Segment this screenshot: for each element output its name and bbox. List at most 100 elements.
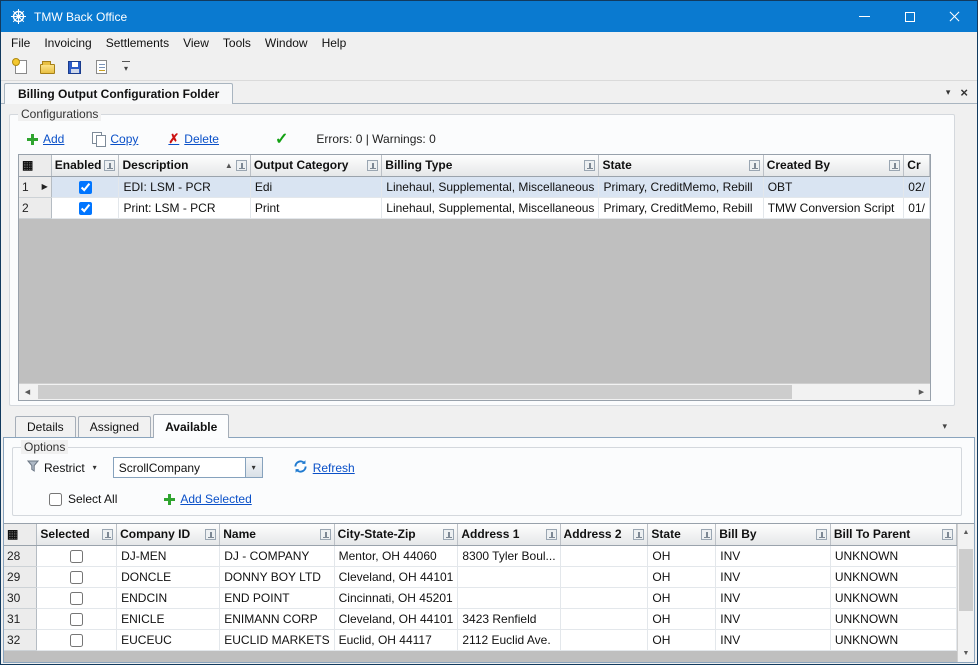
cell-city-state-zip[interactable]: Euclid, OH 44117 <box>334 629 458 650</box>
cell-company-id[interactable]: EUCEUC <box>117 629 220 650</box>
new-button[interactable] <box>9 56 32 78</box>
cell-company-id[interactable]: ENDCIN <box>117 587 220 608</box>
pin-icon[interactable] <box>104 160 115 171</box>
selected-checkbox[interactable] <box>70 634 83 647</box>
table-row[interactable]: 31 ENICLE ENIMANN CORP Cleveland, OH 441… <box>4 608 957 629</box>
cell-bill-by[interactable]: INV <box>716 608 831 629</box>
pin-icon[interactable] <box>816 529 827 540</box>
scrollbar-track[interactable] <box>36 384 913 400</box>
pin-icon[interactable] <box>889 160 900 171</box>
cell-address1[interactable]: 2112 Euclid Ave. <box>458 629 560 650</box>
pin-icon[interactable] <box>546 529 557 540</box>
scrollbar-track[interactable] <box>958 541 974 645</box>
close-button[interactable] <box>932 1 977 32</box>
cell-bill-to-parent[interactable]: UNKNOWN <box>830 629 956 650</box>
pin-icon[interactable] <box>320 529 331 540</box>
cell-address1[interactable]: 8300 Tyler Boul... <box>458 545 560 566</box>
maximize-button[interactable] <box>887 1 932 32</box>
close-tab-icon[interactable]: × <box>960 86 968 99</box>
cell-state[interactable]: Primary, CreditMemo, Rebill <box>599 197 763 218</box>
column-header-billing-type[interactable]: Billing Type <box>382 155 599 176</box>
combobox-dropdown-button[interactable]: ▾ <box>245 458 262 477</box>
table-row[interactable]: 1▶ EDI: LSM - PCR Edi Linehaul, Suppleme… <box>19 176 930 197</box>
cell-bill-to-parent[interactable]: UNKNOWN <box>830 608 956 629</box>
enabled-checkbox[interactable] <box>79 202 92 215</box>
pin-icon[interactable] <box>205 529 216 540</box>
cell-created-by[interactable]: TMW Conversion Script <box>763 197 904 218</box>
cell-output-category[interactable]: Print <box>250 197 381 218</box>
cell-bill-by[interactable]: INV <box>716 545 831 566</box>
cell-company-id[interactable]: DJ-MEN <box>117 545 220 566</box>
pin-icon[interactable] <box>749 160 760 171</box>
table-row[interactable]: 30 ENDCIN END POINT Cincinnati, OH 45201… <box>4 587 957 608</box>
column-header-description[interactable]: Description▲ <box>119 155 250 176</box>
cell-address2[interactable] <box>560 608 648 629</box>
row-selector-header[interactable]: ▦ <box>4 524 37 545</box>
row-number-cell[interactable]: 30 <box>4 587 37 608</box>
selected-checkbox[interactable] <box>70 550 83 563</box>
cell-bill-to-parent[interactable]: UNKNOWN <box>830 545 956 566</box>
cell-name[interactable]: EUCLID MARKETS <box>220 629 334 650</box>
cell-bill-to-parent[interactable]: UNKNOWN <box>830 566 956 587</box>
table-row[interactable]: 29 DONCLE DONNY BOY LTD Cleveland, OH 44… <box>4 566 957 587</box>
open-button[interactable] <box>36 56 59 78</box>
pin-icon[interactable] <box>367 160 378 171</box>
column-header-created-date[interactable]: Cr <box>904 155 930 176</box>
scroll-down-button[interactable]: ▼ <box>958 645 974 662</box>
menu-help[interactable]: Help <box>315 32 354 54</box>
column-header-address2[interactable]: Address 2 <box>560 524 648 545</box>
scroll-left-button[interactable]: ◀ <box>19 384 36 400</box>
menu-invoicing[interactable]: Invoicing <box>37 32 98 54</box>
row-selector-header[interactable]: ▦ <box>19 155 51 176</box>
pin-icon[interactable] <box>633 529 644 540</box>
table-row[interactable]: 28 DJ-MEN DJ - COMPANY Mentor, OH 44060 … <box>4 545 957 566</box>
cell-state[interactable]: OH <box>648 587 716 608</box>
cell-address2[interactable] <box>560 587 648 608</box>
column-header-address1[interactable]: Address 1 <box>458 524 560 545</box>
cell-name[interactable]: DJ - COMPANY <box>220 545 334 566</box>
cell-output-category[interactable]: Edi <box>250 176 381 197</box>
row-number-cell[interactable]: 2 <box>19 197 51 218</box>
column-header-bill-to-parent[interactable]: Bill To Parent <box>830 524 956 545</box>
scroll-right-button[interactable]: ▶ <box>913 384 930 400</box>
cell-state[interactable]: OH <box>648 545 716 566</box>
restrict-dropdown-button[interactable]: Restrict ▾ <box>23 458 101 477</box>
row-number-cell[interactable]: 29 <box>4 566 37 587</box>
row-number-cell[interactable]: 32 <box>4 629 37 650</box>
cell-description[interactable]: Print: LSM - PCR <box>119 197 250 218</box>
export-button[interactable] <box>90 56 113 78</box>
cell-city-state-zip[interactable]: Cleveland, OH 44101 <box>334 608 458 629</box>
cell-company-id[interactable]: ENICLE <box>117 608 220 629</box>
cell-created-date[interactable]: 01/ <box>904 197 930 218</box>
row-number-cell[interactable]: 31 <box>4 608 37 629</box>
cell-address1[interactable] <box>458 566 560 587</box>
menu-tools[interactable]: Tools <box>216 32 258 54</box>
column-header-state[interactable]: State <box>648 524 716 545</box>
pin-icon[interactable] <box>443 529 454 540</box>
cell-name[interactable]: ENIMANN CORP <box>220 608 334 629</box>
pin-icon[interactable] <box>584 160 595 171</box>
selected-checkbox[interactable] <box>70 571 83 584</box>
cell-address2[interactable] <box>560 629 648 650</box>
column-header-selected[interactable]: Selected <box>37 524 117 545</box>
cell-city-state-zip[interactable]: Mentor, OH 44060 <box>334 545 458 566</box>
cell-name[interactable]: DONNY BOY LTD <box>220 566 334 587</box>
cell-bill-by[interactable]: INV <box>716 629 831 650</box>
scroll-up-button[interactable]: ▲ <box>958 524 974 541</box>
column-header-created-by[interactable]: Created By <box>763 155 904 176</box>
cell-name[interactable]: END POINT <box>220 587 334 608</box>
toolbar-overflow-button[interactable]: ▾ <box>119 56 133 78</box>
cell-state[interactable]: OH <box>648 608 716 629</box>
tab-available[interactable]: Available <box>153 414 229 438</box>
cell-state[interactable]: OH <box>648 566 716 587</box>
refresh-link[interactable]: Refresh <box>293 459 355 477</box>
tab-list-chevron-icon[interactable]: ▾ <box>946 87 951 98</box>
cell-company-id[interactable]: DONCLE <box>117 566 220 587</box>
cell-address1[interactable]: 3423 Renfield <box>458 608 560 629</box>
cell-state[interactable]: OH <box>648 629 716 650</box>
cell-address1[interactable] <box>458 587 560 608</box>
scrollbar-thumb[interactable] <box>959 549 973 611</box>
cell-billing-type[interactable]: Linehaul, Supplemental, Miscellaneous <box>382 176 599 197</box>
menu-settlements[interactable]: Settlements <box>99 32 176 54</box>
tab-billing-output-configuration-folder[interactable]: Billing Output Configuration Folder <box>4 83 233 104</box>
